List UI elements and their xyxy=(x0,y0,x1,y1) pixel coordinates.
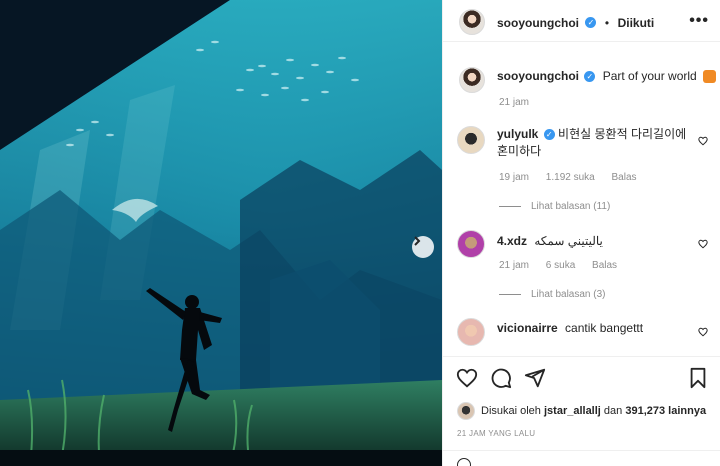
comment-avatar[interactable] xyxy=(457,318,485,346)
aquarium-photo xyxy=(0,0,442,466)
post-timestamp: 21 JAM YANG LALU xyxy=(457,429,536,438)
post-panel: sooyoungchoi ✓ • Diikuti ••• sooyoungcho… xyxy=(442,0,720,466)
follow-status[interactable]: Diikuti xyxy=(618,16,655,30)
comment-time: 19 jam xyxy=(499,172,530,183)
comment-text: ياليتيني سمكه xyxy=(534,234,603,248)
comment-like-heart-icon[interactable] xyxy=(698,327,708,337)
comment-likes[interactable]: 1.192 suka xyxy=(546,172,595,183)
reply-button[interactable]: Balas xyxy=(612,172,637,183)
caption-username[interactable]: sooyoungchoi xyxy=(497,69,579,83)
separator-dot: • xyxy=(604,16,610,30)
likes-prefix: Disukai oleh xyxy=(481,405,541,417)
likes-and: dan xyxy=(603,405,623,417)
comment-text: cantik bangettt xyxy=(565,321,644,335)
comment-username[interactable]: yulyulk xyxy=(497,127,538,141)
post-header: sooyoungchoi ✓ • Diikuti ••• xyxy=(443,0,720,42)
more-options-icon[interactable]: ••• xyxy=(689,12,709,30)
author-avatar[interactable] xyxy=(459,9,485,35)
fish-emoji-icon xyxy=(703,70,717,84)
emoji-icon[interactable] xyxy=(457,458,471,466)
reply-button[interactable]: Balas xyxy=(592,260,617,271)
comment-like-heart-icon[interactable] xyxy=(698,136,708,146)
likes-summary[interactable]: Disukai oleh jstar_allallj dan 391,273 l… xyxy=(481,405,706,417)
comment-meta: 21 jam 6 suka Balas xyxy=(499,260,631,271)
caption-text: Part of your world xyxy=(602,69,697,83)
comment-meta: 19 jam 1.192 suka Balas xyxy=(499,172,651,183)
caption-avatar[interactable] xyxy=(459,67,485,93)
comment-avatar[interactable] xyxy=(457,126,485,154)
comment-time: 21 jam xyxy=(499,260,530,271)
next-photo-button[interactable] xyxy=(412,236,434,258)
verified-icon: ✓ xyxy=(585,17,597,29)
comment-username[interactable]: 4.xdz xyxy=(497,234,527,248)
chevron-right-icon xyxy=(414,236,421,246)
replies-line xyxy=(499,293,521,295)
post-photo[interactable] xyxy=(0,0,442,466)
caption-time: 21 jam xyxy=(499,97,530,108)
comment-icon[interactable] xyxy=(490,367,512,389)
comment-likes[interactable]: 6 suka xyxy=(546,260,575,271)
replies-line xyxy=(499,205,521,207)
verified-icon: ✓ xyxy=(543,129,555,141)
liker-avatar[interactable] xyxy=(457,402,475,420)
add-comment-bar[interactable] xyxy=(443,450,720,466)
comment-item: vicionairre cantik bangettt xyxy=(497,320,693,337)
likes-others[interactable]: lainnya xyxy=(668,405,706,417)
bookmark-icon[interactable] xyxy=(687,367,709,389)
comment-avatar[interactable] xyxy=(457,230,485,258)
comment-item: yulyulk ✓ 비현실 몽환적 다리길이에 혼미하다 xyxy=(497,126,693,160)
likes-count[interactable]: 391,273 xyxy=(625,405,665,417)
verified-icon: ✓ xyxy=(584,71,596,83)
comment-item: 4.xdz ياليتيني سمكه xyxy=(497,233,693,250)
author-username[interactable]: sooyoungchoi xyxy=(497,16,579,30)
comment-like-heart-icon[interactable] xyxy=(698,239,708,249)
likes-user[interactable]: jstar_allallj xyxy=(544,405,601,417)
share-icon[interactable] xyxy=(524,367,546,389)
view-replies-button[interactable]: Lihat balasan (11) xyxy=(499,201,610,212)
view-replies-button[interactable]: Lihat balasan (3) xyxy=(499,289,606,300)
view-replies-label: Lihat balasan (11) xyxy=(531,201,611,212)
view-replies-label: Lihat balasan (3) xyxy=(531,289,606,300)
heart-icon[interactable] xyxy=(456,367,478,389)
comment-username[interactable]: vicionairre xyxy=(497,321,558,335)
